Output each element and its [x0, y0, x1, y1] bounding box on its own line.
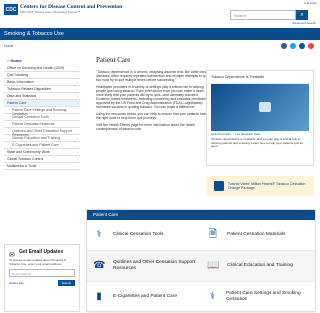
care-link[interactable]: 🗎 Patient Cessation Materials [201, 220, 315, 251]
patient-care-panel: Patient Care ⚕ Clinical Cessation Tools 🗎… [86, 209, 316, 313]
az-index-link[interactable]: A-Z Index [304, 1, 317, 5]
paragraph: Visit the Health Effects page for more i… [96, 123, 196, 131]
sidebar-item[interactable]: Quit Smoking › [4, 72, 80, 79]
care-link[interactable]: ⚕ Clinical Cessation Tools [87, 220, 201, 251]
care-link[interactable]: ☎ Quitlines and Other Cessation Support R… [87, 251, 201, 282]
sidebar-nav: ⌂ Home Office on Smoking and Health (OSH… [4, 56, 80, 170]
tagline: CDC 24/7: Saving Lives, Protecting Peopl… [20, 10, 81, 14]
email-footer: What's this Submit [9, 280, 75, 286]
care-grid: ⚕ Clinical Cessation Tools 🗎 Patient Cessa… [87, 220, 315, 313]
feature-text: Tobacco dependence is treatable, and you… [211, 137, 304, 149]
social-share [281, 43, 314, 49]
sidebar-home[interactable]: ⌂ Home [4, 56, 80, 65]
sidebar-item[interactable]: Multimedia & Tools › [4, 163, 80, 170]
email-field[interactable]: Email Address [9, 269, 75, 277]
sidebar-subitem[interactable]: Quitlines and Other Cessation Support Re… [4, 128, 80, 136]
sidebar-subitem[interactable]: Patient Cessation Materials [4, 121, 80, 128]
feature-card: Tobacco Dependence Is Treatable Audio De… [206, 70, 314, 166]
twitter-icon[interactable] [290, 43, 296, 49]
chevron-icon: › [77, 94, 78, 98]
sidebar-item[interactable]: State and Community Work › [4, 149, 80, 156]
chevron-icon: › [77, 80, 78, 84]
care-link[interactable]: ⚕ Patient Care Settings and Smoking Cessa… [201, 282, 315, 313]
book-icon: 📖 [207, 260, 220, 271]
site-header: CDC Centers for Disease Control and Prev… [0, 0, 320, 28]
paragraph: "Tobacco dependence is a chronic, relaps… [96, 70, 211, 82]
play-icon[interactable] [259, 102, 271, 112]
sidebar-subitem[interactable]: Clinical Education and Training › [4, 135, 80, 142]
care-link[interactable]: ▮ E-Cigarettes and Patient Care [87, 282, 201, 313]
ecig-icon: ▮ [96, 291, 102, 302]
sidebar-subitem[interactable]: Patient Care Settings and Smoking Cessat… [4, 107, 80, 115]
document-icon: 🗎 [208, 229, 218, 240]
sidebar-subitem[interactable]: E-Cigarettes and Patient Care [4, 142, 80, 149]
search-button[interactable]: ⌕ [296, 10, 308, 20]
tutorial-text[interactable]: Tutorial Video: Million Hearts® Tobacco … [228, 182, 314, 190]
facebook-icon[interactable] [281, 43, 287, 49]
low-res-video-link[interactable]: Low Resolution Video [235, 133, 260, 136]
linkedin-icon[interactable] [299, 43, 305, 49]
video-icon [214, 181, 224, 191]
site-banner: Smoking & Tobacco Use [0, 28, 320, 40]
paragraph: Healthcare providers in a variety of set… [96, 85, 211, 109]
sidebar-item[interactable]: Data and Statistics › [4, 93, 80, 100]
settings-icon: ⚕ [209, 291, 216, 302]
sidebar-item-active[interactable]: Patient Care › [4, 100, 80, 107]
email-signup-box: ✉ Get Email Updates To receive email upd… [4, 244, 80, 312]
breadcrumb[interactable]: Home [4, 44, 13, 48]
search-input[interactable]: Search [230, 10, 296, 20]
chevron-icon: › [77, 157, 78, 161]
sidebar-item[interactable]: Tobacco-Related Disparities › [4, 86, 80, 93]
submit-button[interactable]: Submit [57, 280, 75, 286]
email-icon: ✉ [9, 252, 15, 259]
tutorial-callout[interactable]: Tutorial Video: Million Hearts® Tobacco … [206, 176, 314, 196]
banner-title[interactable]: Smoking & Tobacco Use [4, 31, 64, 37]
chevron-icon: › [77, 164, 78, 168]
audio-description-link[interactable]: Audio Description [211, 133, 231, 136]
sidebar-item[interactable]: Global Tobacco Control › [4, 156, 80, 163]
advanced-search-link[interactable]: Advanced Search [292, 21, 316, 25]
medical-icon: ⚕ [96, 229, 102, 240]
whats-this-link[interactable]: What's this [9, 281, 24, 285]
cdc-logo[interactable]: CDC [4, 4, 18, 15]
chevron-icon: › [77, 101, 78, 105]
chevron-icon: › [77, 66, 78, 70]
video-thumbnail[interactable] [211, 84, 309, 131]
syndicate-icon[interactable] [308, 43, 314, 49]
panel-header: Patient Care [87, 210, 315, 220]
email-description: To receive email updates about Smoking &… [9, 258, 66, 266]
intro-text: "Tobacco dependence is a chronic, relaps… [96, 70, 211, 134]
paragraph: Using the resources below, you can help … [96, 112, 208, 120]
phone-icon: ☎ [93, 260, 106, 271]
page-title: Patient Care [96, 56, 131, 64]
email-title: Get Email Updates [19, 249, 64, 255]
main-content: Patient Care [86, 52, 316, 64]
chevron-icon: › [77, 87, 78, 91]
sidebar-item[interactable]: Basic Information › [4, 79, 80, 86]
sidebar-item[interactable]: Office on Smoking and Health (OSH) › [4, 65, 80, 72]
search-icon: ⌕ [300, 12, 304, 18]
chevron-icon: › [77, 136, 78, 140]
chevron-icon: › [77, 150, 78, 154]
feature-title: Tobacco Dependence Is Treatable [207, 71, 313, 84]
chevron-icon: › [77, 73, 78, 77]
care-link[interactable]: 📖 Clinical Education and Training [201, 251, 315, 282]
sidebar-subitem[interactable]: Clinical Cessation Tools [4, 114, 80, 121]
